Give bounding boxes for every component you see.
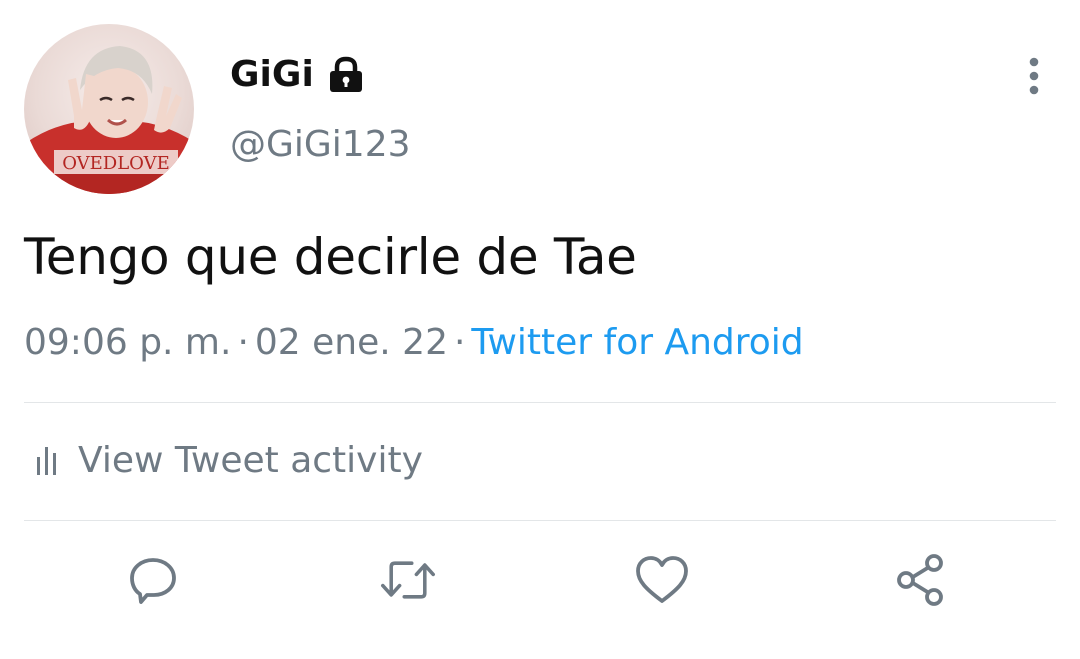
display-name-row: GiGi <box>230 54 364 95</box>
view-tweet-activity-label: View Tweet activity <box>78 440 423 481</box>
meta-separator: · <box>453 322 466 363</box>
tweet-actions <box>0 552 1080 616</box>
retweet-button[interactable] <box>380 552 436 608</box>
user-handle[interactable]: @GiGi123 <box>230 124 411 165</box>
more-vertical-icon[interactable] <box>1020 57 1048 97</box>
tweet-time: 09:06 p. m. <box>24 322 232 363</box>
retweet-icon <box>381 561 435 599</box>
tweet-text: Tengo que decirle de Tae <box>24 228 637 286</box>
meta-separator: · <box>237 322 249 363</box>
reply-icon <box>130 558 176 604</box>
share-button[interactable] <box>894 552 950 608</box>
view-tweet-activity-button[interactable]: View Tweet activity <box>34 440 423 481</box>
avatar-shirt-text: OVEDLOVE <box>62 153 170 174</box>
display-name[interactable]: GiGi <box>230 54 314 95</box>
heart-icon <box>636 556 688 603</box>
like-button[interactable] <box>634 552 690 608</box>
share-icon <box>897 554 943 606</box>
tweet-date: 02 ene. 22 <box>254 322 448 363</box>
avatar-image: OVEDLOVE <box>24 46 194 194</box>
reply-button[interactable] <box>125 552 181 608</box>
divider <box>24 402 1056 403</box>
tweet-meta: 09:06 p. m. · 02 ene. 22 · Twitter for Andro… <box>24 322 804 363</box>
tweet-source-link[interactable]: Twitter for Android <box>471 322 803 363</box>
avatar[interactable]: OVEDLOVE <box>24 24 194 194</box>
lock-icon <box>328 56 364 94</box>
bar-chart-icon <box>34 443 60 479</box>
divider <box>24 520 1056 521</box>
